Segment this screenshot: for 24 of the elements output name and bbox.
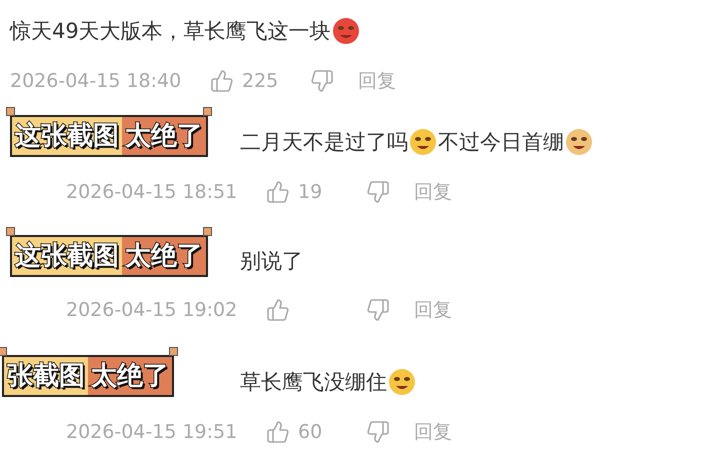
- comment-text: 惊天49天大版本，草长鹰飞这一块: [10, 18, 331, 45]
- comment-text: 不过今日首绷: [438, 129, 564, 156]
- dislike-button[interactable]: [366, 420, 390, 444]
- comment-time: 2026-04-15 18:40: [10, 70, 182, 92]
- comment-text: 别说了: [240, 248, 303, 275]
- comment-time: 2026-04-15 19:02: [66, 299, 238, 321]
- dislike-button[interactable]: [366, 180, 390, 204]
- dislike-button[interactable]: [366, 298, 390, 322]
- like-button[interactable]: [266, 298, 290, 322]
- like-button[interactable]: [210, 69, 234, 93]
- reply-button[interactable]: 回复: [414, 419, 452, 445]
- like-button[interactable]: [266, 420, 290, 444]
- comment-text: 二月天不是过了吗: [240, 129, 408, 156]
- comment-time: 2026-04-15 18:51: [66, 181, 238, 203]
- dislike-button[interactable]: [310, 69, 334, 93]
- reply-button[interactable]: 回复: [414, 179, 452, 205]
- like-count: 225: [242, 70, 278, 92]
- like-count: 19: [298, 181, 322, 203]
- like-count: 60: [298, 421, 322, 443]
- like-button[interactable]: [266, 180, 290, 204]
- comment-time: 2026-04-15 19:51: [66, 421, 238, 443]
- reply-button[interactable]: 回复: [414, 297, 452, 323]
- reply-button[interactable]: 回复: [358, 68, 396, 94]
- comment-text: 草长鹰飞没绷住: [240, 369, 387, 396]
